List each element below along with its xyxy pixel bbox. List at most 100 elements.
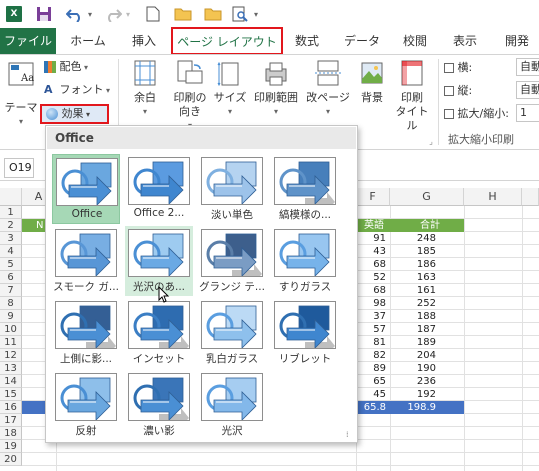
row-header[interactable]: 15 (0, 388, 22, 401)
scale-spinner[interactable]: 1 (516, 104, 539, 122)
cell-f[interactable]: 89 (356, 362, 390, 375)
cell-g2[interactable]: 合計 (390, 219, 464, 232)
row-header[interactable]: 16 (0, 401, 22, 414)
select-all-corner[interactable] (0, 188, 22, 206)
row-header[interactable]: 9 (0, 310, 22, 323)
customize-qat-icon[interactable]: ▾ (254, 5, 258, 23)
row-header[interactable]: 20 (0, 453, 22, 466)
effect-option[interactable]: リブレット (271, 298, 339, 368)
row-header[interactable]: 10 (0, 323, 22, 336)
row-header[interactable]: 12 (0, 349, 22, 362)
row-header[interactable]: 8 (0, 297, 22, 310)
row-header[interactable]: 18 (0, 427, 22, 440)
colors-button[interactable]: 配色 ▾ (44, 60, 110, 76)
tab-file[interactable]: ファイル (0, 28, 56, 54)
effect-option[interactable]: グランジ テ... (198, 226, 266, 296)
effect-option[interactable]: 反射 (52, 370, 120, 440)
cell-f[interactable]: 82 (356, 349, 390, 362)
tab-home[interactable]: ホーム (62, 28, 114, 54)
effect-option[interactable]: 上側に影... (52, 298, 120, 368)
cell-g[interactable]: 252 (390, 297, 464, 310)
name-box[interactable]: O19 (4, 158, 34, 178)
row-header[interactable]: 3 (0, 232, 22, 245)
effect-option[interactable]: Office (52, 154, 120, 224)
open-folder-icon[interactable] (174, 5, 192, 23)
effect-option[interactable]: インセット (125, 298, 193, 368)
print-titles-button[interactable]: 印刷 タイトル (392, 59, 432, 133)
row-header[interactable]: 11 (0, 336, 22, 349)
effect-option[interactable]: スモーク ガ... (52, 226, 120, 296)
cell-g[interactable]: 188 (390, 310, 464, 323)
margins-button[interactable]: 余白 ▾ (124, 59, 166, 119)
column-header-f[interactable]: F (356, 188, 390, 206)
cell-f[interactable]: 65 (356, 375, 390, 388)
breaks-button[interactable]: 改ページ ▾ (304, 59, 352, 119)
cell-g[interactable]: 186 (390, 258, 464, 271)
cell-g[interactable]: 187 (390, 323, 464, 336)
cell-g[interactable]: 163 (390, 271, 464, 284)
effect-option[interactable]: 乳白ガラス (198, 298, 266, 368)
cell-g[interactable]: 236 (390, 375, 464, 388)
cell-f15[interactable]: 65.8 (356, 401, 390, 414)
effect-option[interactable]: 濃い影 (125, 370, 193, 440)
effects-button[interactable]: 効果 ▾ (40, 104, 109, 124)
column-header-i[interactable] (522, 188, 539, 206)
redo-icon[interactable] (104, 5, 122, 23)
row-header[interactable]: 13 (0, 362, 22, 375)
print-preview-icon[interactable] (232, 5, 248, 23)
cell-g[interactable]: 189 (390, 336, 464, 349)
tab-page-layout[interactable]: ページ レイアウト (171, 27, 283, 55)
row-header[interactable]: 5 (0, 258, 22, 271)
effect-option[interactable]: Office 2... (125, 154, 193, 224)
row-header[interactable]: 6 (0, 271, 22, 284)
save-icon[interactable] (36, 5, 52, 23)
tab-developer[interactable]: 開発 (496, 28, 538, 54)
effect-option[interactable]: 淡い単色 (198, 154, 266, 224)
page-setup-launcher-icon[interactable]: ⌟ (426, 135, 436, 149)
row-header[interactable]: 1 (0, 206, 22, 219)
cell-f[interactable]: 45 (356, 388, 390, 401)
cell-g15[interactable]: 198.9 (390, 401, 464, 414)
row-header[interactable]: 19 (0, 440, 22, 453)
tab-review[interactable]: 校閲 (394, 28, 436, 54)
effect-option[interactable]: すりガラス (271, 226, 339, 296)
fonts-button[interactable]: A フォント ▾ (44, 83, 114, 99)
background-button[interactable]: 背景 (354, 59, 390, 105)
cell-f[interactable]: 81 (356, 336, 390, 349)
row-header[interactable]: 14 (0, 375, 22, 388)
width-dropdown[interactable]: 自動 (516, 58, 539, 76)
orientation-button[interactable]: 印刷の 向き ▾ (168, 59, 212, 133)
cell-f[interactable]: 57 (356, 323, 390, 336)
themes-button[interactable]: Aa テーマ ▾ (4, 61, 38, 126)
new-file-icon[interactable] (146, 5, 160, 23)
cell-f[interactable]: 43 (356, 245, 390, 258)
tab-formulas[interactable]: 数式 (284, 28, 330, 54)
cell-f[interactable]: 37 (356, 310, 390, 323)
cell-g[interactable]: 192 (390, 388, 464, 401)
cell-f[interactable]: 52 (356, 271, 390, 284)
effect-option[interactable]: 光沢 (198, 370, 266, 440)
row-header[interactable]: 7 (0, 284, 22, 297)
print-area-button[interactable]: 印刷範囲 ▾ (250, 59, 302, 119)
cell-g[interactable]: 204 (390, 349, 464, 362)
cell-g[interactable]: 190 (390, 362, 464, 375)
folder-icon[interactable] (204, 5, 222, 23)
tab-insert[interactable]: 挿入 (118, 28, 170, 54)
cell-g[interactable]: 185 (390, 245, 464, 258)
height-dropdown[interactable]: 自動 (516, 81, 539, 99)
redo-dropdown-icon[interactable]: ▾ (126, 5, 130, 23)
cell-g[interactable]: 248 (390, 232, 464, 245)
cell-f[interactable]: 68 (356, 258, 390, 271)
tab-view[interactable]: 表示 (444, 28, 486, 54)
cell-f[interactable]: 98 (356, 297, 390, 310)
row-header[interactable]: 17 (0, 414, 22, 427)
column-header-h[interactable]: H (464, 188, 522, 206)
row-header[interactable]: 4 (0, 245, 22, 258)
size-button[interactable]: サイズ ▾ (212, 59, 248, 119)
tab-data[interactable]: データ (334, 28, 390, 54)
undo-dropdown-icon[interactable]: ▾ (88, 5, 92, 23)
effect-option[interactable]: 縞模様の... (271, 154, 339, 224)
row-header[interactable]: 2 (0, 219, 22, 232)
cell-g[interactable]: 161 (390, 284, 464, 297)
resize-grip-icon[interactable]: ⁞ (346, 431, 354, 439)
